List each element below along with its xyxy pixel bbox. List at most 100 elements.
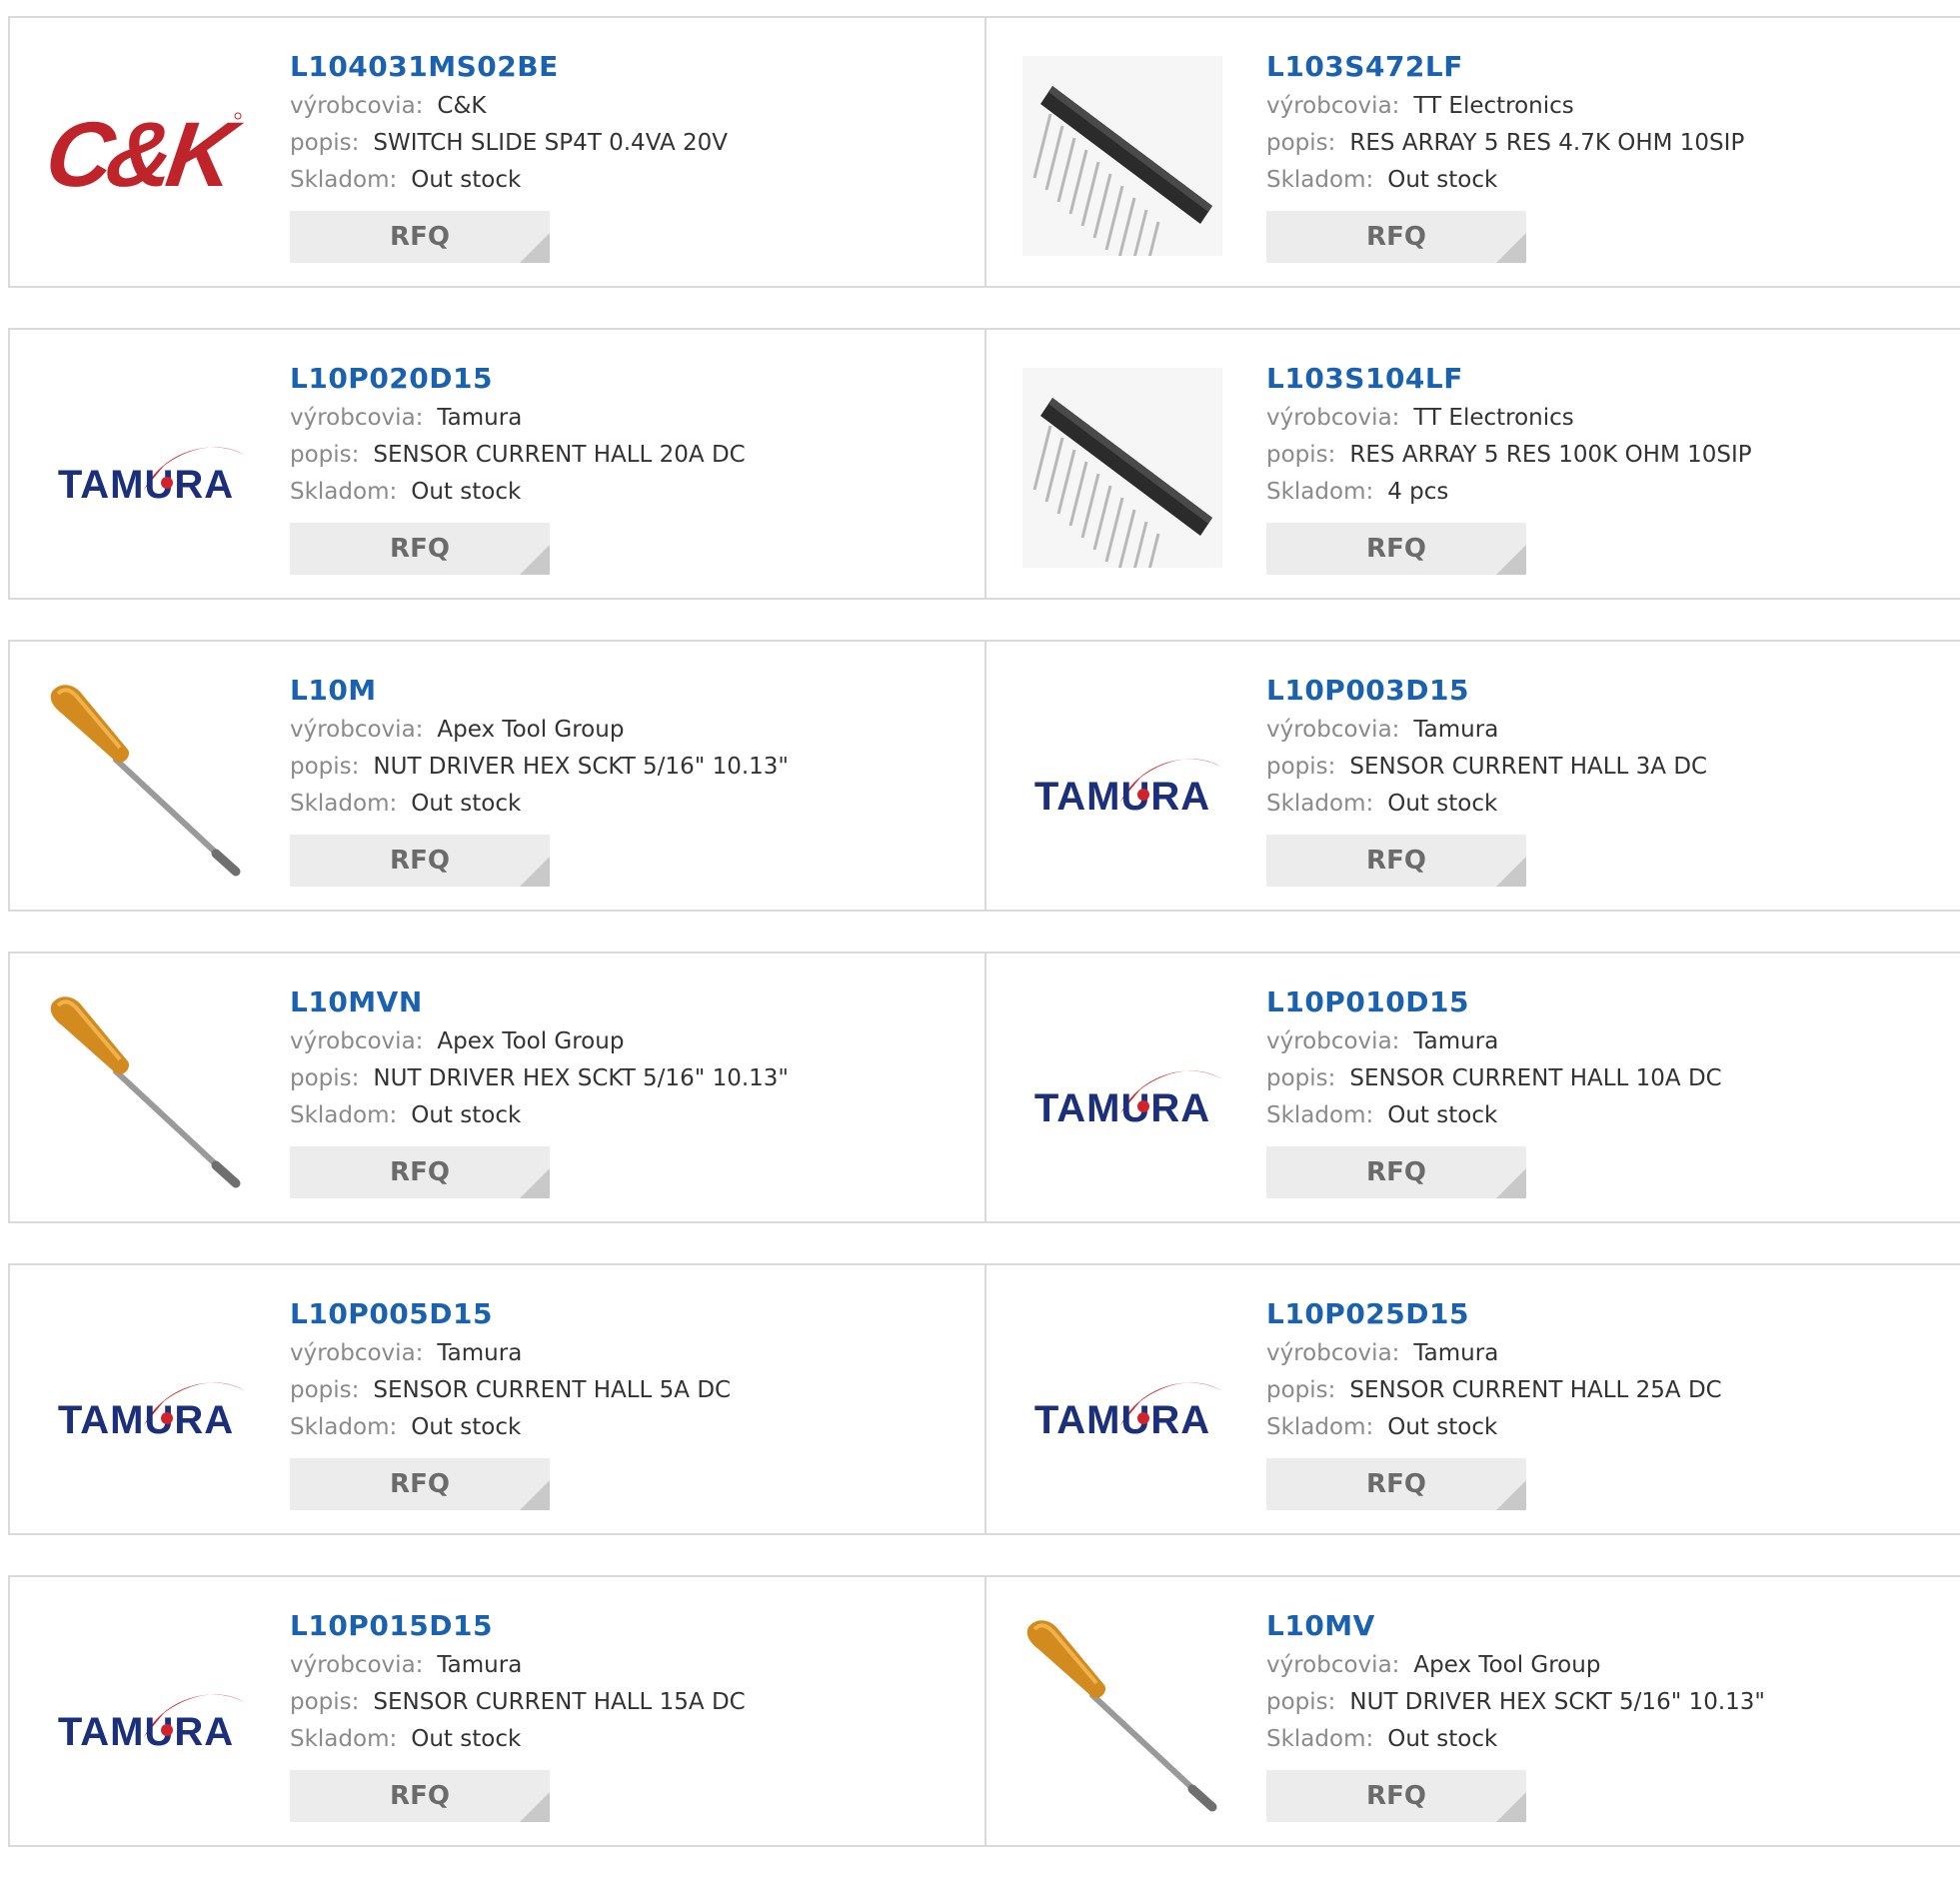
product-image[interactable]: TAMURA: [46, 1303, 246, 1503]
rfq-label: RFQ: [1366, 1781, 1426, 1811]
rfq-corner-decoration: [1496, 857, 1526, 887]
part-number-link[interactable]: L103S472LF: [1266, 46, 1744, 88]
tamura-logo-icon: TAMURA: [58, 1382, 246, 1442]
rfq-button[interactable]: RFQ: [290, 523, 550, 575]
product-card: TAMURA L10P010D15 výrobcovia: Tamura popi…: [984, 953, 1960, 1221]
svg-text:TAMURA: TAMURA: [58, 1710, 234, 1754]
product-image[interactable]: TAMURA: [1022, 1303, 1222, 1503]
description-value: RES ARRAY 5 RES 100K OHM 10SIP: [1349, 442, 1752, 468]
manufacturer-label: výrobcovia:: [1266, 93, 1400, 119]
rfq-button[interactable]: RFQ: [1266, 1770, 1526, 1822]
rfq-button[interactable]: RFQ: [1266, 1458, 1526, 1510]
svg-text:TAMURA: TAMURA: [58, 463, 234, 507]
stock-label: Skladom:: [1266, 167, 1374, 193]
rfq-button[interactable]: RFQ: [290, 1770, 550, 1822]
part-number-link[interactable]: L10P025D15: [1266, 1293, 1722, 1335]
description-value: NUT DRIVER HEX SCKT 5/16" 10.13": [373, 1065, 790, 1091]
description-line: popis: SENSOR CURRENT HALL 25A DC: [1266, 1372, 1722, 1409]
rfq-label: RFQ: [1366, 222, 1426, 252]
product-info: L103S104LF výrobcovia: TT Electronics pop…: [1266, 358, 1752, 575]
part-number-link[interactable]: L10M: [290, 670, 789, 712]
part-number-link[interactable]: L10P015D15: [290, 1605, 746, 1647]
part-number-link[interactable]: L10MV: [1266, 1605, 1765, 1647]
description-label: popis:: [1266, 1377, 1336, 1403]
stock-label: Skladom:: [290, 1414, 398, 1440]
rfq-label: RFQ: [1366, 846, 1426, 876]
description-value: SENSOR CURRENT HALL 3A DC: [1349, 754, 1708, 780]
product-info: L10P005D15 výrobcovia: Tamura popis: SENSO…: [290, 1293, 731, 1510]
manufacturer-value: C&K: [437, 93, 487, 119]
description-label: popis:: [290, 1065, 360, 1091]
rfq-label: RFQ: [390, 1781, 450, 1811]
description-line: popis: SENSOR CURRENT HALL 3A DC: [1266, 749, 1707, 786]
part-number-link[interactable]: L10MVN: [290, 981, 789, 1023]
stock-line: Skladom: Out stock: [1266, 1097, 1722, 1134]
product-image[interactable]: [46, 991, 246, 1191]
product-image[interactable]: [46, 680, 246, 880]
description-label: popis:: [290, 442, 360, 468]
stock-label: Skladom:: [1266, 1726, 1374, 1752]
manufacturer-line: výrobcovia: TT Electronics: [1266, 88, 1744, 125]
product-row: L10M výrobcovia: Apex Tool Group popis: NU…: [8, 640, 1960, 912]
rfq-button[interactable]: RFQ: [290, 211, 550, 263]
description-value: SENSOR CURRENT HALL 15A DC: [373, 1689, 746, 1715]
part-number-link[interactable]: L10P020D15: [290, 358, 746, 400]
product-card: TAMURA L10P003D15 výrobcovia: Tamura popi…: [984, 642, 1960, 910]
product-row: TAMURA L10P015D15 výrobcovia: Tamura popi…: [8, 1575, 1960, 1847]
product-card: TAMURA L10P025D15 výrobcovia: Tamura popi…: [984, 1265, 1960, 1533]
rfq-label: RFQ: [1366, 1469, 1426, 1499]
part-number-link[interactable]: L10P010D15: [1266, 981, 1722, 1023]
description-value: NUT DRIVER HEX SCKT 5/16" 10.13": [1349, 1689, 1766, 1715]
product-image[interactable]: [1022, 56, 1222, 256]
stock-value: Out stock: [411, 1102, 522, 1128]
manufacturer-value: TT Electronics: [1413, 405, 1574, 431]
manufacturer-line: výrobcovia: TT Electronics: [1266, 400, 1752, 437]
stock-line: Skladom: Out stock: [290, 1409, 731, 1446]
part-number-link[interactable]: L10P003D15: [1266, 670, 1707, 712]
stock-label: Skladom:: [290, 167, 398, 193]
part-number-link[interactable]: L103S104LF: [1266, 358, 1752, 400]
resistor-array-icon: [1022, 368, 1222, 568]
description-line: popis: NUT DRIVER HEX SCKT 5/16" 10.13": [290, 1060, 789, 1097]
manufacturer-line: výrobcovia: C&K: [290, 88, 728, 125]
description-value: SWITCH SLIDE SP4T 0.4VA 20V: [373, 130, 728, 156]
manufacturer-value: TT Electronics: [1413, 93, 1574, 119]
rfq-button[interactable]: RFQ: [1266, 211, 1526, 263]
product-image[interactable]: [1022, 1615, 1222, 1815]
product-image[interactable]: C&K: [46, 56, 246, 256]
product-image[interactable]: TAMURA: [1022, 991, 1222, 1191]
product-image[interactable]: TAMURA: [1022, 680, 1222, 880]
product-info: L10MV výrobcovia: Apex Tool Group popis: N…: [1266, 1605, 1765, 1822]
rfq-button[interactable]: RFQ: [290, 1458, 550, 1510]
part-number-link[interactable]: L104031MS02BE: [290, 46, 728, 88]
rfq-button[interactable]: RFQ: [290, 835, 550, 887]
manufacturer-line: výrobcovia: Apex Tool Group: [290, 1023, 789, 1060]
product-card: L10MVN výrobcovia: Apex Tool Group popis:…: [8, 953, 984, 1221]
product-image[interactable]: TAMURA: [46, 368, 246, 568]
manufacturer-label: výrobcovia:: [1266, 1028, 1400, 1054]
rfq-button[interactable]: RFQ: [290, 1146, 550, 1198]
rfq-button[interactable]: RFQ: [1266, 523, 1526, 575]
manufacturer-line: výrobcovia: Tamura: [1266, 1023, 1722, 1060]
rfq-corner-decoration: [520, 1480, 550, 1510]
part-number-link[interactable]: L10P005D15: [290, 1293, 731, 1335]
description-line: popis: RES ARRAY 5 RES 100K OHM 10SIP: [1266, 437, 1752, 474]
manufacturer-line: výrobcovia: Tamura: [1266, 1335, 1722, 1372]
description-label: popis:: [1266, 754, 1336, 780]
stock-line: Skladom: Out stock: [1266, 786, 1707, 823]
description-line: popis: RES ARRAY 5 RES 4.7K OHM 10SIP: [1266, 125, 1744, 162]
product-image[interactable]: TAMURA: [46, 1615, 246, 1815]
product-image[interactable]: [1022, 368, 1222, 568]
stock-label: Skladom:: [290, 479, 398, 505]
rfq-button[interactable]: RFQ: [1266, 1146, 1526, 1198]
rfq-button[interactable]: RFQ: [1266, 835, 1526, 887]
description-line: popis: SENSOR CURRENT HALL 20A DC: [290, 437, 746, 474]
screwdriver-icon: [50, 685, 241, 877]
manufacturer-value: Tamura: [437, 405, 523, 431]
stock-value: Out stock: [1387, 167, 1498, 193]
manufacturer-value: Apex Tool Group: [437, 1028, 625, 1054]
stock-value: Out stock: [411, 1414, 522, 1440]
rfq-label: RFQ: [1366, 534, 1426, 564]
manufacturer-line: výrobcovia: Apex Tool Group: [1266, 1647, 1765, 1684]
screwdriver-icon: [50, 996, 241, 1188]
